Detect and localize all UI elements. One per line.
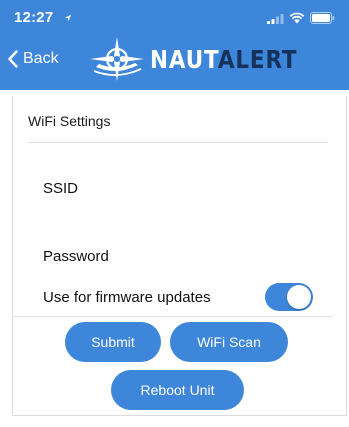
battery-icon — [310, 12, 335, 24]
back-button[interactable]: Back — [8, 50, 59, 68]
status-time: 12:27 — [14, 9, 54, 26]
ssid-label[interactable]: SSID — [43, 180, 78, 197]
brand-logo: NAUTALERT — [88, 36, 321, 82]
app-header: 12:27 Back NAUTALERT — [0, 0, 349, 90]
reboot-unit-button[interactable]: Reboot Unit — [111, 370, 244, 410]
section-title: WiFi Settings — [28, 113, 111, 129]
wifi-icon — [289, 12, 305, 24]
screen: 12:27 Back NAUTALERT WiFi Settings SSID … — [0, 0, 349, 427]
wifi-settings-card: WiFi Settings SSID Password Use for firm… — [12, 96, 347, 416]
brand-wordmark-part2: ALERT — [217, 44, 298, 74]
chevron-left-icon — [8, 50, 18, 68]
toggle-knob — [287, 285, 311, 309]
wifi-scan-button[interactable]: WiFi Scan — [170, 322, 288, 362]
brand-wordmark: NAUTALERT — [150, 45, 297, 74]
signal-icon — [267, 13, 284, 24]
compass-boat-logo-icon — [90, 37, 144, 81]
password-label[interactable]: Password — [43, 248, 109, 265]
brand-wordmark-part1: NAUT — [150, 44, 218, 74]
submit-button[interactable]: Submit — [65, 322, 161, 362]
location-arrow-icon — [64, 14, 72, 22]
divider — [13, 316, 333, 317]
firmware-updates-label: Use for firmware updates — [43, 289, 211, 306]
firmware-updates-toggle[interactable] — [265, 283, 313, 311]
back-label: Back — [23, 50, 59, 67]
status-icons — [267, 12, 335, 24]
divider — [28, 142, 328, 143]
